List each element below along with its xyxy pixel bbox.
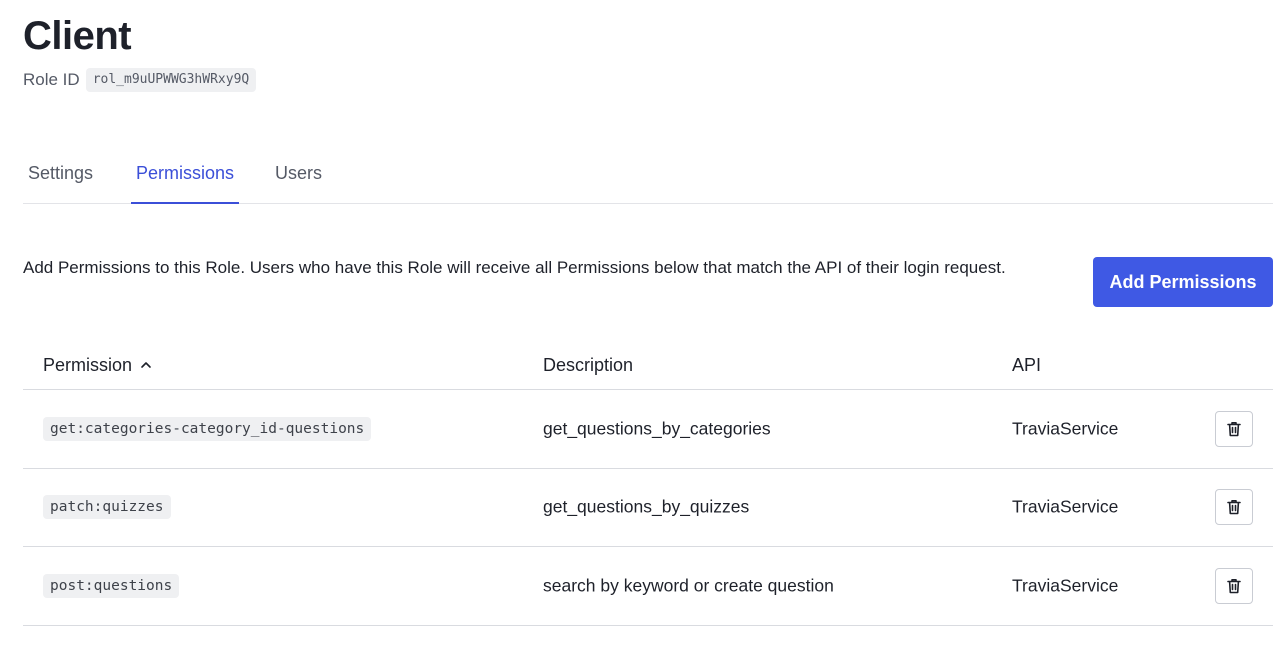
add-permissions-button[interactable]: Add Permissions [1093,257,1273,307]
permission-cell: get:categories-category_id-questions [43,416,372,441]
table-row: patch:quizzes get_questions_by_quizzes T… [23,469,1273,547]
trash-icon [1227,500,1241,515]
column-header-api: API [1012,355,1042,375]
api-cell: TraviaService [1012,496,1119,517]
delete-permission-button[interactable] [1215,567,1253,604]
row-actions [1215,567,1253,604]
permission-cell: patch:quizzes [43,495,171,520]
permissions-intro-text: Add Permissions to this Role. Users who … [23,258,1006,277]
api-cell: TraviaService [1012,418,1119,439]
tab-users[interactable]: Users [270,150,327,204]
page-title: Client [23,14,132,58]
permission-code: patch:quizzes [43,495,171,520]
row-actions [1215,410,1253,447]
table-row: get:categories-category_id-questions get… [23,390,1273,469]
role-id-row: Role ID rol_m9uUPWWG3hWRxy9Q [23,67,257,93]
column-header-description: Description [543,355,634,375]
table-header: Permission Description API [23,340,1273,390]
api-cell: TraviaService [1012,575,1119,596]
tab-permissions[interactable]: Permissions [131,150,240,204]
permission-cell: post:questions [43,573,180,598]
permission-code: post:questions [43,573,180,598]
column-header-permission[interactable]: Permission [43,352,152,378]
role-id-label: Role ID [23,70,80,89]
tab-settings[interactable]: Settings [23,150,98,204]
row-actions [1215,489,1253,526]
column-header-permission-label: Permission [43,355,133,375]
description-cell: get_questions_by_categories [543,418,771,439]
table-row: post:questions search by keyword or crea… [23,547,1273,626]
trash-icon [1227,421,1241,437]
description-cell: get_questions_by_quizzes [543,496,750,517]
delete-permission-button[interactable] [1215,489,1253,526]
chevron-up-icon [141,362,151,368]
permission-code: get:categories-category_id-questions [43,416,372,441]
role-details-page: Client Role ID rol_m9uUPWWG3hWRxy9Q Sett… [0,0,1284,646]
delete-permission-button[interactable] [1215,410,1253,447]
trash-icon [1227,578,1241,594]
description-cell: search by keyword or create question [543,575,834,596]
tab-bar: Settings Permissions Users [23,150,1273,204]
role-id-value[interactable]: rol_m9uUPWWG3hWRxy9Q [85,68,257,92]
permissions-table: Permission Description API get:categorie… [23,340,1273,626]
